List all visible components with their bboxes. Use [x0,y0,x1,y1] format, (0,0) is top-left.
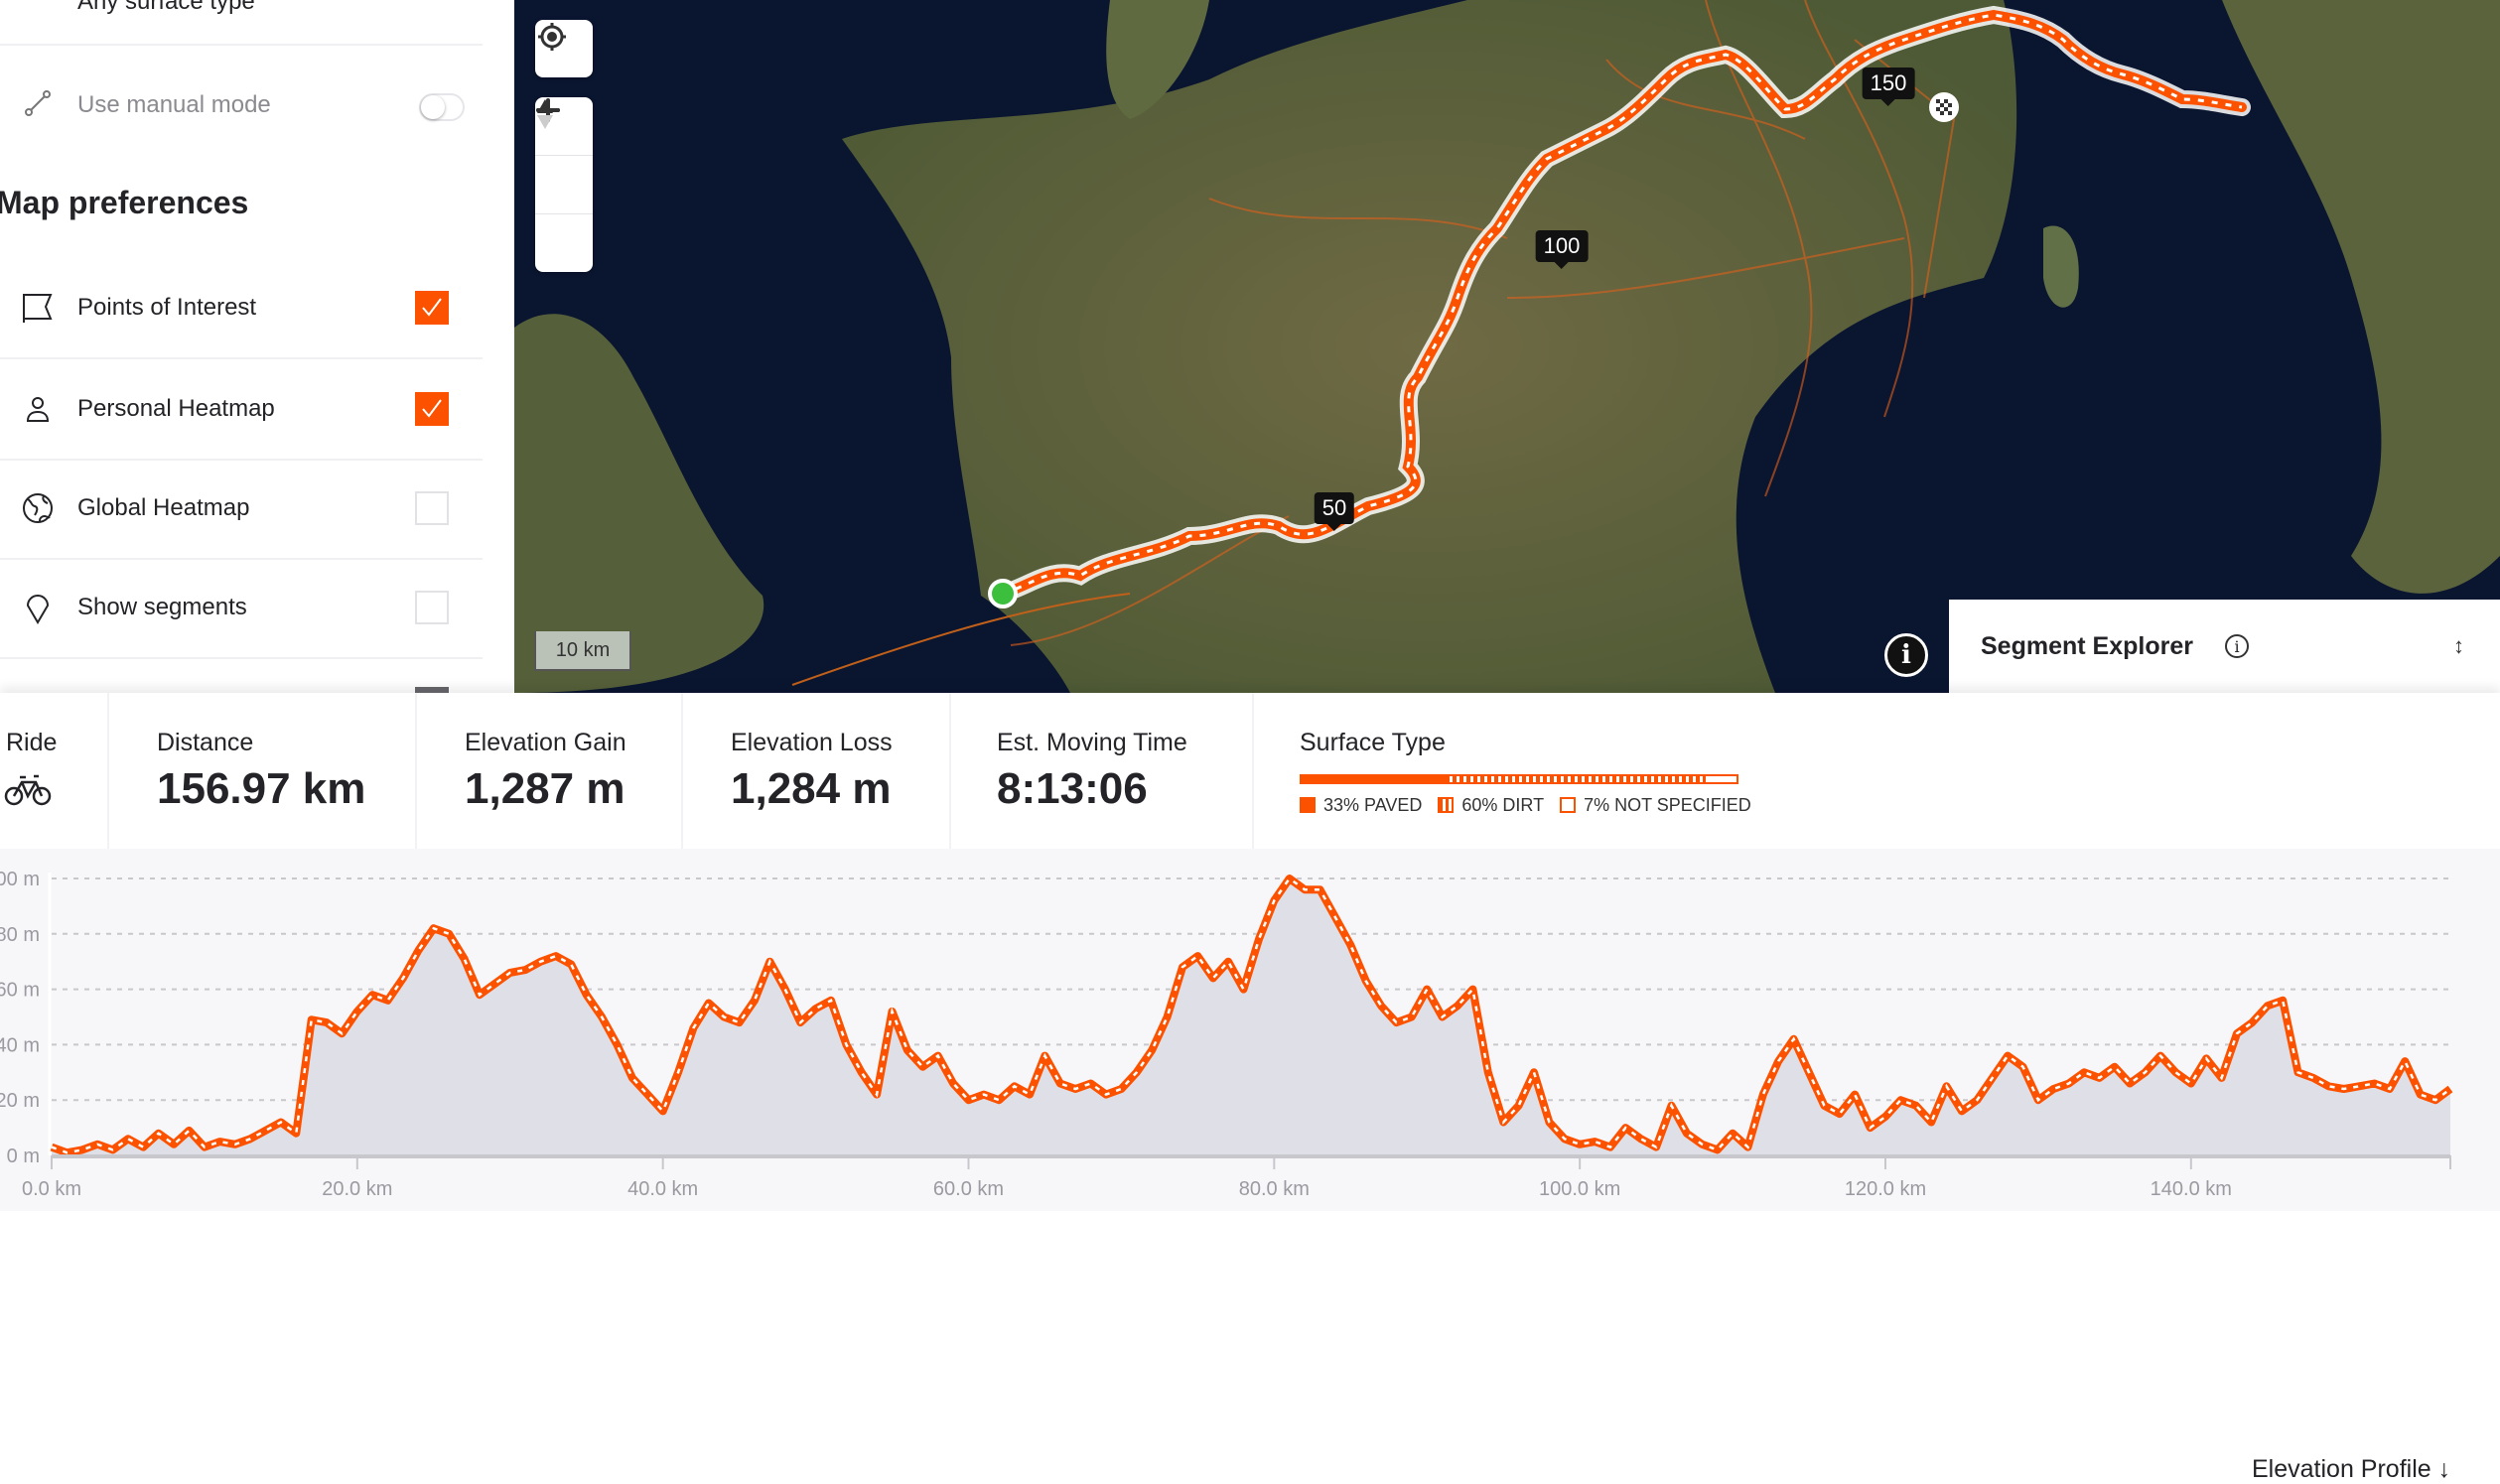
surface-type-label: Surface Type [1300,729,1446,757]
route-settings-sidebar: Any surface type Use manual mode Map pre… [0,0,514,693]
route-map[interactable]: 50 100 150 10 km i Segment Explorer i ↕ [514,0,2500,693]
elevation-gain-value: 1,287 m [465,764,625,814]
zoom-out-button[interactable] [535,156,593,214]
surface-type-stat: Surface Type [1252,693,1848,849]
show-segments-checkbox[interactable] [415,591,449,624]
distance-value: 156.97 km [157,764,365,814]
personal-heatmap-checkbox[interactable] [415,392,449,426]
y-tick-label: 20 m [0,1090,40,1112]
manual-mode-row: Use manual mode [0,44,483,163]
global-heatmap-label: Global Heatmap [77,494,249,522]
elevation-profile-chart[interactable]: 0 m 20 m 40 m 60 m 80 m 100 m 0.0 km 20.0 km 40.… [0,849,2500,1211]
flag-icon [20,290,56,326]
x-tick-label: 0.0 km [22,1178,81,1200]
legend-not-specified: 7% NOT SPECIFIED [1560,795,1751,816]
paved-swatch [1300,797,1316,813]
locate-control [535,20,593,77]
dirt-swatch [1438,797,1454,813]
distance-label: Distance [157,729,253,757]
zoom-controls [535,97,593,272]
locate-icon [535,20,569,54]
surface-type-bar [1300,774,1738,784]
distance-stat: Distance 156.97 km [107,693,417,849]
surface-icon [20,0,56,20]
show-segments-row[interactable]: Show segments [0,558,483,659]
poi-checkbox[interactable] [415,291,449,325]
resize-arrows-icon[interactable]: ↕ [2453,637,2464,655]
surface-bar-dirt [1446,776,1707,782]
global-heatmap-row[interactable]: Global Heatmap [0,459,483,560]
locate-button[interactable] [535,20,593,77]
bike-icon [4,772,52,811]
personal-heatmap-label: Personal Heatmap [77,395,275,423]
elevation-gain-label: Elevation Gain [465,729,626,757]
legend-paved-label: 33% PAVED [1323,795,1422,815]
manual-mode-label: Use manual mode [77,91,271,119]
info-icon[interactable]: i [2225,634,2249,658]
map-preferences-heading: Map preferences [0,185,248,221]
elevation-loss-value: 1,284 m [731,764,891,814]
segment-explorer-panel[interactable]: Segment Explorer i ↕ [1949,600,2500,693]
poi-label: Points of Interest [77,294,256,322]
route-stats-bar: Ride Distance 156.97 km Elevation Gain 1… [0,693,2500,849]
moving-time-stat: Est. Moving Time 8:13:06 [949,693,1254,849]
y-tick-label: 80 m [0,924,40,946]
legend-dirt: 60% DIRT [1438,795,1544,816]
start-marker [990,581,1016,607]
elevation-loss-stat: Elevation Loss 1,284 m [681,693,951,849]
y-tick-label: 100 m [0,869,40,890]
segment-explorer-title: Segment Explorer [1981,632,2193,661]
surface-type-label: Any surface type [77,0,255,16]
y-tick-label: 60 m [0,980,40,1002]
surface-bar-paved [1302,776,1446,782]
manual-mode-toggle[interactable] [419,93,465,121]
y-tick-label: 40 m [0,1034,40,1056]
person-icon [20,391,56,427]
elevation-profile-toggle[interactable]: Elevation Profile ↓ [2252,1455,2450,1484]
next-preference-row[interactable] [0,657,483,693]
y-tick-label: 0 m [7,1146,40,1167]
elevation-profile-svg[interactable]: 0 m 20 m 40 m 60 m 80 m 100 m 0.0 km 20.0 km 40.… [0,849,2500,1211]
compass-button[interactable] [535,214,593,272]
km-marker-150: 150 [1863,67,1915,99]
poi-row[interactable]: Points of Interest [0,258,483,359]
x-tick-label: 60.0 km [933,1178,1004,1200]
moving-time-value: 8:13:06 [997,764,1148,814]
x-tick-label: 120.0 km [1845,1178,1926,1200]
show-segments-label: Show segments [77,594,247,621]
map-info-button[interactable]: i [1884,633,1928,677]
activity-type: Ride [0,693,109,849]
surface-legend: 33% PAVED 60% DIRT 7% NOT SPECIFIED [1300,795,1751,816]
elevation-loss-label: Elevation Loss [731,729,893,757]
personal-heatmap-row[interactable]: Personal Heatmap [0,359,483,461]
toggle-knob [421,95,445,119]
x-tick-label: 140.0 km [2151,1178,2232,1200]
map-scale: 10 km [534,631,631,671]
x-tick-label: 80.0 km [1239,1178,1310,1200]
km-marker-50: 50 [1315,492,1354,524]
legend-not-specified-label: 7% NOT SPECIFIED [1584,795,1751,815]
not-specified-swatch [1560,797,1576,813]
globe-icon [20,490,56,526]
x-tick-label: 20.0 km [322,1178,392,1200]
surface-type-select[interactable]: Any surface type [0,0,483,46]
compass-icon [535,97,555,131]
elevation-gain-stat: Elevation Gain 1,287 m [415,693,683,849]
x-tick-label: 100.0 km [1539,1178,1620,1200]
activity-label: Ride [6,729,57,757]
x-tick-label: 40.0 km [627,1178,698,1200]
satellite-map-layer [514,0,2500,693]
global-heatmap-checkbox[interactable] [415,491,449,525]
km-marker-100: 100 [1536,230,1589,262]
legend-paved: 33% PAVED [1300,795,1422,816]
elevation-area [52,878,2450,1155]
pin-icon [20,590,56,625]
moving-time-label: Est. Moving Time [997,729,1187,757]
manual-route-icon [20,85,56,121]
legend-dirt-label: 60% DIRT [1461,795,1544,815]
